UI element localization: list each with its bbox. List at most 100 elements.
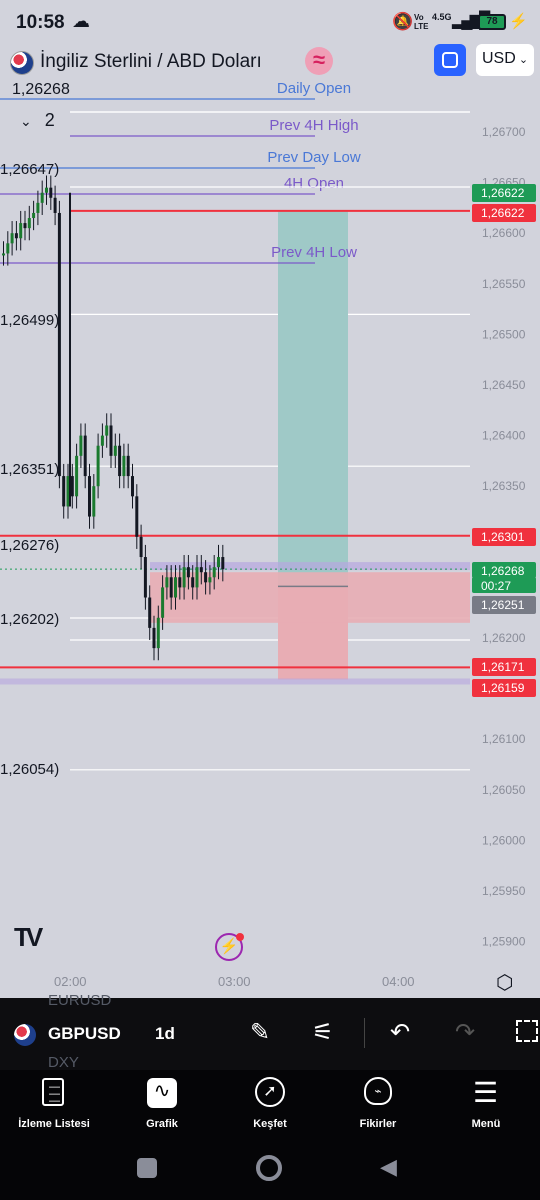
indicators-sliders-icon[interactable]: ⚟ bbox=[312, 1018, 334, 1047]
price-axis-tick: 1,25900 bbox=[482, 935, 526, 949]
currency-select[interactable]: USD ⌄ bbox=[476, 44, 534, 76]
symbol-list-above: EURUSD bbox=[48, 992, 112, 1009]
candle-body bbox=[70, 476, 74, 497]
nav-explore[interactable]: ➚ Keşfet bbox=[216, 1070, 324, 1140]
settings-hexagon-icon[interactable]: ⬡ bbox=[496, 970, 513, 995]
system-navigation: ◀ bbox=[0, 1140, 540, 1200]
price-axis-tick: 1,26200 bbox=[482, 631, 526, 645]
fullscreen-button[interactable] bbox=[434, 44, 466, 76]
indicator-value-label: 1,26499) bbox=[0, 312, 60, 329]
watchlist-icon: — — — bbox=[42, 1078, 64, 1107]
candle-body bbox=[186, 567, 190, 578]
candle-body bbox=[40, 192, 44, 203]
indicator-value-label: 1,26054) bbox=[0, 761, 60, 778]
candle-body bbox=[92, 486, 96, 517]
multi-layout-icon[interactable] bbox=[516, 1020, 538, 1042]
recents-button[interactable] bbox=[137, 1158, 157, 1178]
candle-body bbox=[6, 243, 10, 254]
price-axis-tick: 1,26400 bbox=[482, 429, 526, 443]
candle-body bbox=[19, 223, 23, 239]
price-axis-tick: 1,26000 bbox=[482, 833, 526, 847]
key-level-label: Prev 4H High bbox=[269, 117, 358, 134]
notification-dot bbox=[236, 933, 244, 941]
candle-body bbox=[96, 445, 100, 487]
price-label: 1,26622 bbox=[481, 186, 525, 200]
battery-level: 78 bbox=[486, 16, 498, 27]
candle-body bbox=[14, 233, 18, 239]
candle-body bbox=[191, 577, 195, 588]
key-level-label: Prev Day Low bbox=[267, 149, 361, 166]
candle-body bbox=[10, 233, 14, 244]
candle-body bbox=[83, 435, 87, 477]
candle-body bbox=[57, 212, 61, 477]
price-axis-tick: 1,26550 bbox=[482, 277, 526, 291]
indicator-wave-icon[interactable]: ≈ bbox=[305, 47, 333, 75]
nav-label: Fikirler bbox=[359, 1118, 397, 1130]
price-axis-tick: 1,26350 bbox=[482, 479, 526, 493]
interval-button[interactable]: 1d bbox=[155, 1024, 175, 1044]
indicator-value-label: 1,26351) bbox=[0, 461, 60, 478]
currency-value: USD bbox=[482, 50, 516, 67]
candle-body bbox=[139, 536, 143, 558]
price-label: 1,26159 bbox=[481, 681, 525, 695]
candle-body bbox=[182, 567, 186, 588]
candle-body bbox=[122, 455, 126, 477]
candle-body bbox=[131, 476, 134, 497]
nav-menu[interactable]: ☰ Menü bbox=[432, 1070, 540, 1140]
chevron-down-icon: ⌄ bbox=[515, 54, 529, 66]
key-level-label: Daily Open bbox=[277, 80, 351, 97]
candle-body bbox=[178, 577, 182, 588]
undo-icon[interactable]: ↶ bbox=[390, 1018, 410, 1047]
time-tick: 04:00 bbox=[382, 974, 415, 989]
bottom-navigation: — — — İzleme Listesi ∿ Grafik ➚ Keşfet ⌁ F… bbox=[0, 1070, 540, 1140]
flag-icon[interactable] bbox=[10, 51, 34, 75]
fvg-band bbox=[0, 678, 470, 685]
price-chart[interactable]: Daily Open Prev 4H High Prev Day Low 4H Ope… bbox=[0, 80, 540, 998]
back-button[interactable]: ◀ bbox=[380, 1154, 397, 1180]
network-type: 4.5G bbox=[432, 12, 452, 22]
volte-badge: Vo LTE bbox=[414, 13, 429, 31]
nav-label: Menü bbox=[471, 1118, 501, 1130]
chart-icon: ∿ bbox=[147, 1078, 177, 1108]
nav-label: Keşfet bbox=[253, 1118, 287, 1130]
flag-icon bbox=[14, 1024, 36, 1046]
candle-body bbox=[126, 455, 130, 477]
nav-label: Grafik bbox=[146, 1118, 178, 1130]
indicator-value-label: 1,26202) bbox=[0, 611, 60, 628]
indicator-value-label: 1,26647) bbox=[0, 161, 60, 178]
indicator-value-label: 1,26276) bbox=[0, 537, 60, 554]
candle-body bbox=[152, 627, 156, 649]
candle-body bbox=[217, 557, 220, 568]
candle-body bbox=[105, 425, 109, 436]
compass-icon: ➚ bbox=[255, 1077, 285, 1107]
home-button[interactable] bbox=[256, 1155, 282, 1181]
divider bbox=[364, 1018, 365, 1048]
candle-body bbox=[221, 557, 225, 570]
chart-header: İngiliz Sterlini / ABD Doları ≈ USD ⌄ bbox=[0, 40, 540, 84]
symbol-title[interactable]: İngiliz Sterlini / ABD Doları bbox=[40, 51, 262, 73]
candle-body bbox=[45, 187, 48, 193]
cloud-icon: ☁ bbox=[72, 11, 90, 31]
expand-icon bbox=[442, 52, 458, 68]
price-label: 1,26251 bbox=[481, 598, 525, 612]
candle-body bbox=[204, 572, 208, 583]
nav-watchlist[interactable]: — — — İzleme Listesi bbox=[0, 1070, 108, 1140]
candle-body bbox=[62, 476, 66, 507]
candle-body bbox=[199, 567, 203, 573]
menu-icon: ☰ bbox=[473, 1077, 499, 1108]
nav-ideas[interactable]: ⌁ Fikirler bbox=[324, 1070, 432, 1140]
nav-chart[interactable]: ∿ Grafik bbox=[108, 1070, 216, 1140]
battery-icon: 78 bbox=[478, 14, 506, 30]
candle-body bbox=[32, 212, 36, 219]
candle-body bbox=[169, 577, 173, 598]
price-axis-tick: 1,26700 bbox=[482, 125, 526, 139]
symbol-button[interactable]: GBPUSD bbox=[48, 1024, 121, 1044]
candle-body bbox=[195, 567, 199, 588]
candle-body bbox=[79, 435, 83, 456]
lightbulb-icon: ⌁ bbox=[364, 1077, 392, 1105]
pencil-icon[interactable]: ✎ bbox=[250, 1018, 270, 1047]
candle-body bbox=[2, 253, 5, 256]
redo-icon[interactable]: ↷ bbox=[455, 1018, 475, 1047]
price-axis-tick: 1,26500 bbox=[482, 327, 526, 341]
candle-body bbox=[53, 197, 57, 213]
